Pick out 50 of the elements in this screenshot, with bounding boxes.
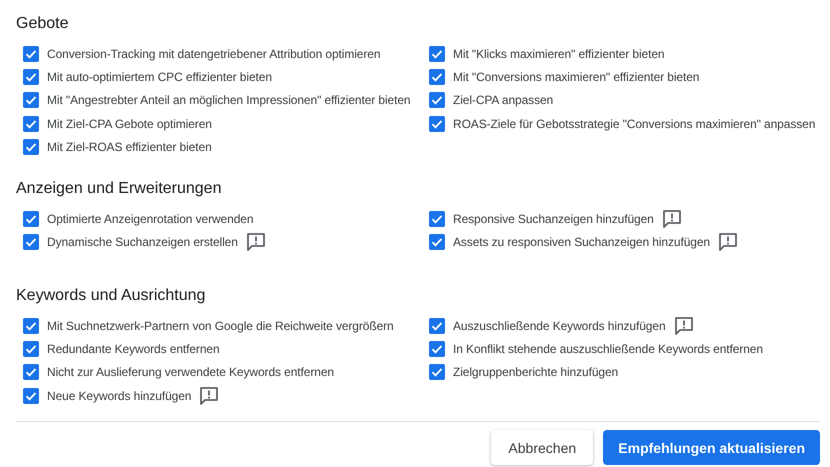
checkbox[interactable] <box>23 116 39 132</box>
checkbox[interactable] <box>429 68 445 85</box>
feedback-icon[interactable] <box>718 232 738 252</box>
checkbox[interactable] <box>23 46 39 62</box>
option-label: Conversion-Tracking mit datengetriebener Attribution optimieren <box>47 46 380 61</box>
option-label: Ziel-CPA anpassen <box>453 93 554 108</box>
option-label: Mit Ziel-CPA Gebote optimieren <box>47 116 212 131</box>
checkbox[interactable] <box>23 68 39 85</box>
option-label: Mit "Conversions maximieren" effizienter bieten <box>453 70 700 84</box>
checkbox[interactable] <box>23 211 39 228</box>
checkbox[interactable] <box>429 341 445 358</box>
section-heading: Gebote <box>16 14 70 34</box>
checkbox[interactable] <box>429 364 445 380</box>
checkbox[interactable] <box>23 92 39 108</box>
checkbox[interactable] <box>23 388 39 404</box>
option-label: Optimierte Anzeigenrotation verwenden <box>47 212 254 226</box>
checkbox[interactable] <box>429 46 445 62</box>
checkbox[interactable] <box>23 318 39 334</box>
option-label: Nicht zur Auslieferung verwendete Keywords entfernen <box>47 365 334 380</box>
checkbox[interactable] <box>23 341 39 358</box>
cancel-button[interactable]: Abbrechen <box>491 430 594 466</box>
option-label: ROAS-Ziele für Gebotsstrategie "Conversions maximieren" anpassen <box>453 116 816 131</box>
checkbox[interactable] <box>23 364 39 380</box>
feedback-icon[interactable] <box>199 386 220 406</box>
feedback-icon[interactable] <box>674 316 694 336</box>
option-label: Redundante Keywords entfernen <box>47 342 220 356</box>
option-label: Mit Ziel-ROAS effizienter bieten <box>47 140 212 154</box>
feedback-icon[interactable] <box>246 232 266 252</box>
update-button[interactable]: Empfehlungen aktualisieren <box>603 430 820 466</box>
option-label: Assets zu responsiven Suchanzeigen hinzufügen <box>453 235 710 250</box>
option-label: In Konflikt stehende auszuschließende Keywords entfernen <box>453 342 763 356</box>
option-label: Responsive Suchanzeigen hinzufügen <box>453 212 654 226</box>
checkbox[interactable] <box>23 138 39 155</box>
option-label: Mit Suchnetzwerk-Partnern von Google die Reichweite vergrößern <box>47 318 394 333</box>
checkbox[interactable] <box>429 234 445 250</box>
checkbox[interactable] <box>429 92 445 108</box>
feedback-icon[interactable] <box>662 209 682 230</box>
checkbox[interactable] <box>429 318 445 334</box>
option-label: Mit auto-optimiertem CPC effizienter bieten <box>47 70 272 84</box>
checkbox[interactable] <box>23 234 39 250</box>
section-heading: Keywords und Ausrichtung <box>16 286 206 306</box>
option-label: Mit "Klicks maximieren" effizienter bieten <box>453 46 665 61</box>
option-label: Dynamische Suchanzeigen erstellen <box>47 235 238 250</box>
section-heading: Anzeigen und Erweiterungen <box>16 179 222 200</box>
checkbox[interactable] <box>429 211 445 228</box>
option-label: Mit "Angestrebter Anteil an möglichen Impressionen" effizienter bieten <box>47 93 411 108</box>
option-label: Zielgruppenberichte hinzufügen <box>453 365 618 380</box>
option-label: Neue Keywords hinzufügen <box>47 388 192 403</box>
option-label: Auszuschließende Keywords hinzufügen <box>453 318 666 333</box>
checkbox[interactable] <box>429 116 445 132</box>
